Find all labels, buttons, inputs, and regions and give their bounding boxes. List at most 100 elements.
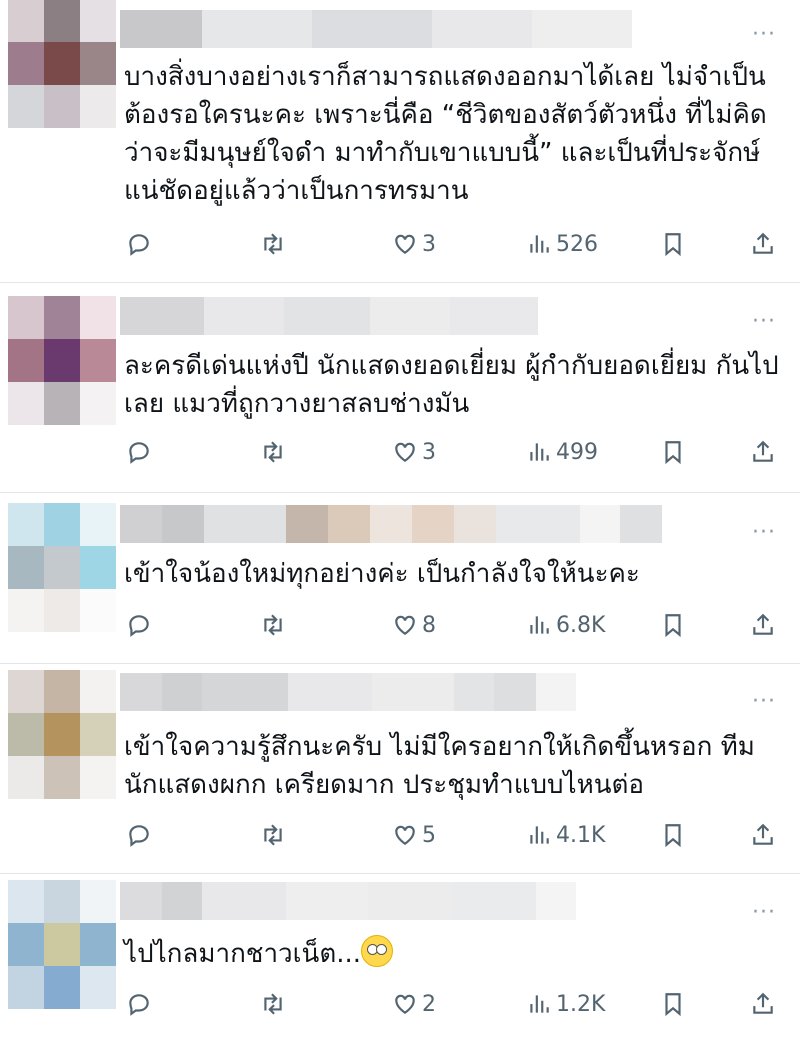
reply-item[interactable]: ··· ละครดีเด่นแห่งปี นักแสดงยอดเยี่ยม ผู… xyxy=(0,283,800,492)
bookmark-icon xyxy=(665,614,681,638)
reply-button[interactable] xyxy=(126,612,152,638)
views-icon xyxy=(530,826,549,844)
bookmark-icon xyxy=(665,993,681,1017)
reply-text: เข้าใจความรู้สึกนะครับ ไม่มีใครอยากให้เก… xyxy=(124,732,755,800)
like-count: 3 xyxy=(422,231,436,257)
repost-button[interactable] xyxy=(260,439,286,465)
share-icon xyxy=(753,232,773,254)
view-count: 6.8K xyxy=(556,612,606,638)
avatar[interactable] xyxy=(8,670,116,799)
share-icon xyxy=(753,823,773,845)
bookmark-button[interactable] xyxy=(660,991,686,1017)
avatar[interactable] xyxy=(8,503,116,632)
bookmark-button[interactable] xyxy=(660,822,686,848)
bookmark-button[interactable] xyxy=(660,612,686,638)
reply-icon xyxy=(129,825,149,847)
share-button[interactable] xyxy=(750,439,776,465)
more-options-icon[interactable]: ··· xyxy=(752,311,776,333)
share-button[interactable] xyxy=(750,822,776,848)
reply-icon xyxy=(129,234,149,256)
reply-icon xyxy=(129,442,149,464)
reply-icon xyxy=(129,994,149,1016)
repost-button[interactable] xyxy=(260,822,286,848)
repost-button[interactable] xyxy=(260,991,286,1017)
view-count: 4.1K xyxy=(556,822,606,848)
views-button[interactable]: 6.8K xyxy=(526,612,605,638)
avatar[interactable] xyxy=(8,296,116,425)
bookmark-icon xyxy=(665,441,681,465)
action-bar: 3 499 xyxy=(124,439,780,469)
heart-icon xyxy=(395,615,415,635)
repost-icon xyxy=(264,441,282,463)
display-name-blurred[interactable] xyxy=(120,10,632,48)
like-count: 3 xyxy=(422,439,436,465)
reply-text: เข้าใจน้องใหม่ทุกอย่างค่ะ เป็นกำลังใจให้… xyxy=(124,559,640,589)
like-button[interactable]: 3 xyxy=(392,439,436,465)
display-name-blurred[interactable] xyxy=(120,882,576,920)
heart-icon xyxy=(395,234,415,254)
views-icon xyxy=(530,995,549,1013)
heart-icon xyxy=(395,442,415,462)
heart-icon xyxy=(395,825,415,845)
like-button[interactable]: 3 xyxy=(392,231,436,257)
action-bar: 5 4.1K xyxy=(124,822,780,852)
repost-button[interactable] xyxy=(260,612,286,638)
share-button[interactable] xyxy=(750,612,776,638)
reply-button[interactable] xyxy=(126,822,152,848)
view-count: 1.2K xyxy=(556,991,606,1017)
views-icon xyxy=(530,235,549,253)
reply-text-content: ไปไกลมากชาวเน็ต... xyxy=(124,939,361,969)
repost-button[interactable] xyxy=(260,231,286,257)
more-options-icon[interactable]: ··· xyxy=(752,24,776,46)
reply-button[interactable] xyxy=(126,439,152,465)
reply-button[interactable] xyxy=(126,231,152,257)
views-button[interactable]: 526 xyxy=(526,231,598,257)
like-count: 5 xyxy=(422,822,436,848)
more-options-icon[interactable]: ··· xyxy=(752,522,776,544)
like-count: 8 xyxy=(422,612,436,638)
repost-icon xyxy=(264,233,282,255)
share-button[interactable] xyxy=(750,231,776,257)
reply-item[interactable]: ··· เข้าใจความรู้สึกนะครับ ไม่มีใครอยากใ… xyxy=(0,664,800,873)
display-name-blurred[interactable] xyxy=(120,673,576,711)
reply-button[interactable] xyxy=(126,991,152,1017)
bookmark-button[interactable] xyxy=(660,231,686,257)
bookmark-icon xyxy=(665,233,681,257)
view-count: 499 xyxy=(556,439,598,465)
like-button[interactable]: 8 xyxy=(392,612,436,638)
repost-icon xyxy=(264,993,282,1015)
action-bar: 3 526 xyxy=(124,231,780,261)
rolling-eyes-emoji-icon xyxy=(361,935,393,967)
share-button[interactable] xyxy=(750,991,776,1017)
action-bar: 2 1.2K xyxy=(124,991,780,1021)
more-options-icon[interactable]: ··· xyxy=(752,902,776,924)
like-count: 2 xyxy=(422,991,436,1017)
share-icon xyxy=(753,992,773,1014)
display-name-blurred[interactable] xyxy=(120,505,662,543)
avatar[interactable] xyxy=(8,880,116,1009)
like-button[interactable]: 2 xyxy=(392,991,436,1017)
display-name-blurred[interactable] xyxy=(120,297,538,335)
view-count: 526 xyxy=(556,231,598,257)
views-button[interactable]: 1.2K xyxy=(526,991,605,1017)
views-icon xyxy=(530,616,549,634)
repost-icon xyxy=(264,824,282,846)
more-options-icon[interactable]: ··· xyxy=(752,691,776,713)
avatar[interactable] xyxy=(8,0,116,128)
views-button[interactable]: 499 xyxy=(526,439,598,465)
reply-text: ละครดีเด่นแห่งปี นักแสดงยอดเยี่ยม ผู้กำก… xyxy=(124,351,779,419)
reply-item[interactable]: ··· เข้าใจน้องใหม่ทุกอย่างค่ะ เป็นกำลังใ… xyxy=(0,493,800,663)
share-icon xyxy=(753,440,773,462)
reply-item[interactable]: ··· ไปไกลมากชาวเน็ต... 2 1.2K xyxy=(0,874,800,1041)
heart-icon xyxy=(395,994,415,1014)
bookmark-button[interactable] xyxy=(660,439,686,465)
reply-item[interactable]: ··· บางสิ่งบางอย่างเราก็สามารถแสดงออกมาไ… xyxy=(0,0,800,282)
reply-icon xyxy=(129,615,149,637)
repost-icon xyxy=(264,614,282,636)
views-icon xyxy=(530,443,549,461)
like-button[interactable]: 5 xyxy=(392,822,436,848)
views-button[interactable]: 4.1K xyxy=(526,822,605,848)
share-icon xyxy=(753,613,773,635)
bookmark-icon xyxy=(665,824,681,848)
reply-text: ไปไกลมากชาวเน็ต... xyxy=(124,935,784,973)
